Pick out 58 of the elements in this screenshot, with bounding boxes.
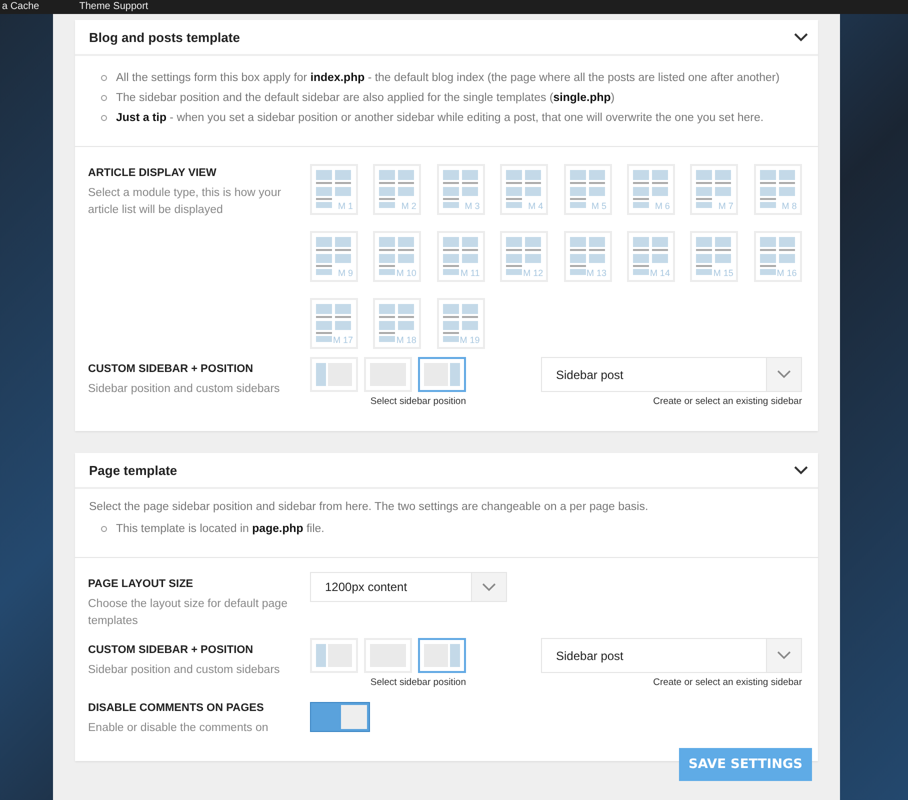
module-option[interactable]: M 5	[564, 164, 612, 215]
chevron-down-icon	[777, 370, 791, 379]
note-text: All the settings form this box apply for index.php - the default blog index (the page where all the posts are listed one after another)	[116, 72, 780, 84]
module-option[interactable]: M 14	[626, 231, 675, 282]
field-caption: Select sidebar position	[370, 677, 466, 688]
sidebar-position-option[interactable]	[418, 638, 466, 673]
field-caption: Create or select an existing sidebar	[653, 396, 802, 407]
chevron-down-icon[interactable]	[794, 466, 808, 474]
note-text: The sidebar position and the default sidebar are also applied for the single templates (single.php)	[116, 92, 615, 104]
module-option[interactable]: M 17	[310, 298, 358, 349]
sidebar-select[interactable]: Sidebar post	[541, 638, 802, 673]
setting-description: Choose the layout size for default page templates	[88, 597, 288, 629]
setting-title: CUSTOM SIDEBAR + POSITION	[88, 363, 254, 375]
module-option[interactable]: M 13	[564, 231, 612, 282]
module-option[interactable]: M 8	[754, 164, 802, 215]
module-option[interactable]: M 3	[436, 164, 485, 215]
top-bar-link[interactable]: Theme Support	[79, 1, 148, 13]
note-text: Just a tip - when you set a sidebar position or another sidebar while editing a post, that one will overwrite the one you set here.	[116, 112, 764, 124]
module-option[interactable]: M 19	[436, 298, 485, 349]
setting-title: PAGE LAYOUT SIZE	[88, 578, 194, 590]
module-option[interactable]: M 6	[626, 164, 675, 215]
module-option[interactable]: M 16	[754, 231, 802, 282]
setting-title: ARTICLE DISPLAY VIEW	[88, 167, 218, 179]
bullet-icon	[101, 526, 107, 532]
module-option[interactable]: M 9	[310, 231, 358, 282]
module-option[interactable]: M 12	[500, 231, 548, 282]
note-text: This template is located in page.php file.	[116, 523, 324, 535]
sidebar-select[interactable]: Sidebar post	[541, 357, 802, 392]
bullet-icon	[101, 95, 107, 101]
bullet-icon	[101, 115, 107, 121]
bullet-icon	[101, 75, 107, 81]
field-caption: Select sidebar position	[370, 396, 466, 407]
setting-description: Sidebar position and custom sidebars	[88, 382, 281, 397]
chevron-down-icon	[482, 582, 496, 592]
module-option[interactable]: M 11	[436, 231, 485, 282]
setting-description: Enable or disable the comments on	[88, 721, 270, 736]
setting-description: Select a module type, this is how your article list will be displayed	[88, 186, 282, 218]
module-option[interactable]: M 15	[690, 231, 738, 282]
setting-description: Sidebar position and custom sidebars	[88, 663, 281, 678]
toggle-switch[interactable]	[310, 702, 370, 732]
field-caption: Create or select an existing sidebar	[653, 677, 802, 688]
save-settings-button[interactable]: SAVE SETTINGS	[679, 748, 812, 781]
chevron-down-icon[interactable]	[794, 32, 808, 42]
module-option[interactable]: M 2	[373, 164, 422, 215]
layout-size-select[interactable]: 1200px content	[310, 572, 507, 602]
setting-title: DISABLE COMMENTS ON PAGES	[88, 702, 265, 714]
module-option[interactable]: M 18	[373, 298, 422, 349]
setting-title: CUSTOM SIDEBAR + POSITION	[88, 644, 254, 656]
section-title: Page template	[89, 462, 178, 478]
module-option[interactable]: M 7	[690, 164, 738, 215]
module-option[interactable]: M 4	[500, 164, 548, 215]
section-intro: Select the page sidebar position and sidebar from here. The two settings are changeable on a per page basis.	[89, 501, 650, 513]
sidebar-position-option[interactable]	[418, 357, 466, 392]
top-bar-link[interactable]: a Cache	[2, 1, 40, 13]
module-option[interactable]: M 10	[373, 231, 422, 282]
chevron-down-icon	[777, 651, 791, 660]
section-title: Blog and posts template	[89, 30, 240, 44]
module-option[interactable]: M 1	[310, 164, 358, 215]
